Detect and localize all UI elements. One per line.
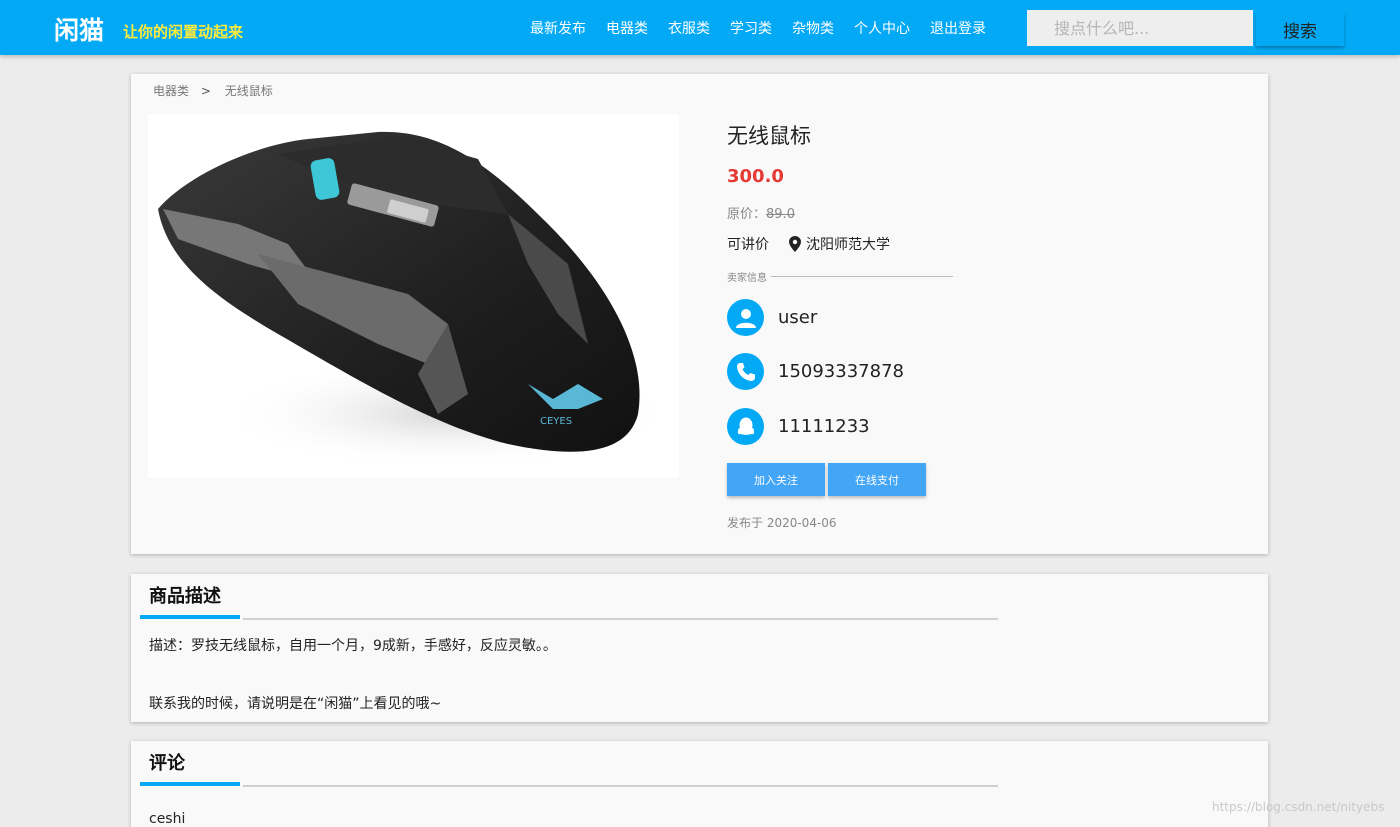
- publish-date: 发布于 2020-04-06: [727, 516, 837, 530]
- product-image: CEYES: [148, 114, 679, 478]
- comments-title: 评论: [149, 753, 185, 774]
- description-divider: [243, 618, 998, 620]
- product-card: 电器类 > 无线鼠标 CEYES 无线鼠标 300.0 原价：89.0 可讲价 …: [131, 74, 1268, 554]
- comments-accent-bar: [140, 782, 240, 786]
- description-accent-bar: [140, 615, 240, 619]
- nav-logout[interactable]: 退出登录: [930, 18, 986, 38]
- mouse-illustration: CEYES: [158, 131, 678, 469]
- location-pin-icon: [789, 236, 801, 252]
- nav-misc[interactable]: 杂物类: [792, 18, 834, 38]
- pay-online-button[interactable]: 在线支付: [828, 463, 926, 496]
- nav-profile[interactable]: 个人中心: [854, 18, 910, 38]
- comments-card: 评论 ceshi: [131, 741, 1268, 827]
- location: 沈阳师范大学: [789, 234, 890, 254]
- seller-phone: 15093337878: [778, 361, 904, 382]
- comments-divider: [243, 785, 998, 787]
- top-navbar: 闲猫 让你的闲置动起来 最新发布 电器类 衣服类 学习类 杂物类 个人中心 退出…: [0, 0, 1400, 55]
- nav-clothes[interactable]: 衣服类: [668, 18, 710, 38]
- follow-button[interactable]: 加入关注: [727, 463, 825, 496]
- location-text: 沈阳师范大学: [806, 237, 890, 253]
- product-title: 无线鼠标: [727, 124, 811, 148]
- seller-name-row: user: [727, 299, 817, 336]
- site-logo[interactable]: 闲猫: [54, 11, 104, 47]
- seller-info-divider: [771, 276, 953, 277]
- description-card: 商品描述 描述：罗技无线鼠标，自用一个月，9成新，手感好，反应灵敏。。 联系我的…: [131, 574, 1268, 722]
- product-price: 300.0: [727, 166, 784, 187]
- breadcrumb: 电器类 > 无线鼠标: [153, 82, 281, 99]
- seller-phone-row: 15093337878: [727, 353, 904, 390]
- original-price-value: 89.0: [766, 207, 795, 222]
- negotiable-label: 可讲价: [727, 237, 769, 253]
- seller-name: user: [778, 307, 818, 328]
- description-line-2: 联系我的时候，请说明是在“闲猫”上看见的哦~: [149, 696, 442, 712]
- breadcrumb-separator: >: [200, 84, 211, 98]
- nav-electronics[interactable]: 电器类: [606, 18, 648, 38]
- user-icon: [727, 299, 764, 336]
- search-input[interactable]: [1027, 10, 1253, 46]
- search-button[interactable]: 搜索: [1256, 13, 1344, 46]
- seller-qq-row: 11111233: [727, 408, 870, 445]
- watermark: https://blog.csdn.net/nityebs: [1212, 800, 1385, 814]
- breadcrumb-item: 无线鼠标: [224, 84, 273, 98]
- description-line-1: 描述：罗技无线鼠标，自用一个月，9成新，手感好，反应灵敏。。: [149, 638, 557, 654]
- product-info: 无线鼠标 300.0 原价：89.0 可讲价 沈阳师范大学: [727, 120, 890, 254]
- description-title: 商品描述: [149, 586, 221, 607]
- comment-item: ceshi: [149, 811, 186, 827]
- original-price: 原价：89.0: [727, 203, 890, 222]
- seller-qq: 11111233: [778, 416, 870, 437]
- breadcrumb-category[interactable]: 电器类: [153, 84, 189, 98]
- phone-icon: [727, 353, 764, 390]
- seller-info-label: 卖家信息: [727, 273, 767, 284]
- main-nav: 最新发布 电器类 衣服类 学习类 杂物类 个人中心 退出登录: [520, 0, 996, 55]
- qq-icon: [727, 408, 764, 445]
- site-slogan: 让你的闲置动起来: [123, 23, 244, 41]
- seller-info-header: 卖家信息: [727, 269, 953, 284]
- original-price-label: 原价：: [727, 207, 767, 222]
- mouse-brand-text: CEYES: [540, 416, 572, 427]
- nav-latest[interactable]: 最新发布: [530, 18, 586, 38]
- nav-study[interactable]: 学习类: [730, 18, 772, 38]
- product-meta: 可讲价 沈阳师范大学: [727, 234, 890, 254]
